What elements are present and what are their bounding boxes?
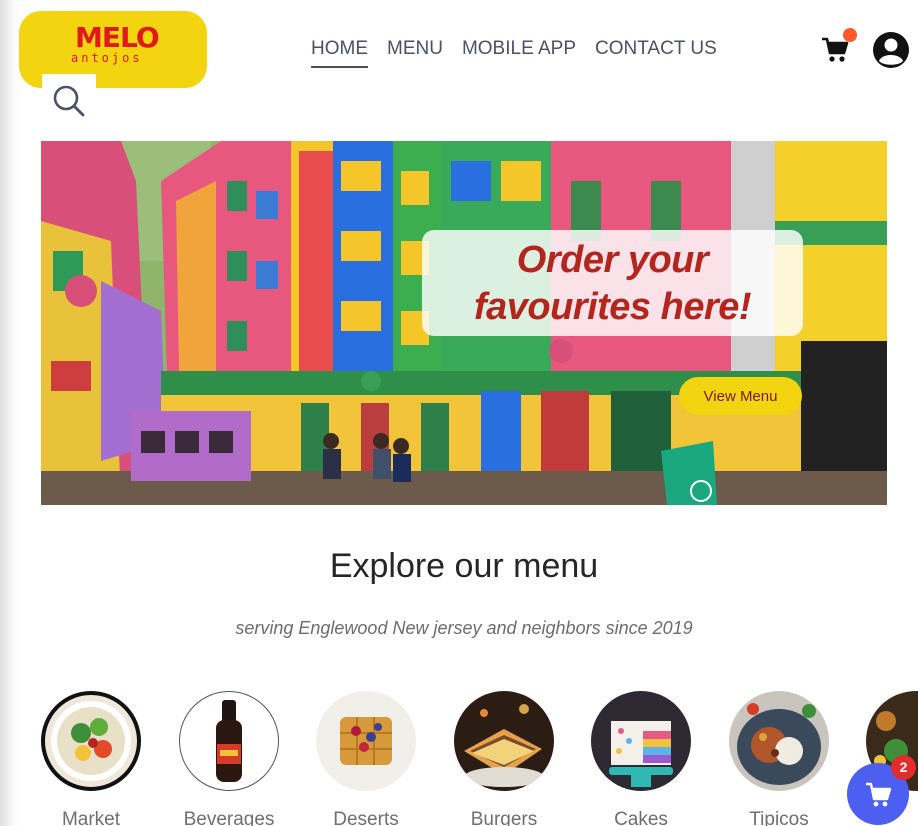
hero-title-line-1: Order your [516, 239, 709, 281]
category-deserts[interactable]: Deserts [316, 691, 416, 826]
category-beverages[interactable]: Beverages [179, 691, 279, 826]
category-burgers-image [454, 691, 554, 791]
category-cakes-label: Cakes [614, 809, 668, 826]
page: MELO antojos HOME MENU MOBILE APP CONTAC… [0, 0, 918, 826]
hero-title-line-2: favourites here! [473, 286, 752, 328]
search-icon[interactable] [52, 84, 86, 118]
nav-menu[interactable]: MENU [387, 38, 443, 68]
explore-title: Explore our menu [329, 547, 599, 585]
nav-home[interactable]: HOME [311, 38, 368, 68]
category-beverages-image [179, 691, 279, 791]
category-beverages-label: Beverages [183, 809, 275, 826]
category-tipicos-image [729, 691, 829, 791]
category-burgers[interactable]: Burgers [454, 691, 554, 826]
nav-mobile-app[interactable]: MOBILE APP [462, 38, 576, 68]
view-menu-button[interactable]: View Menu [679, 377, 802, 415]
category-deserts-label: Deserts [333, 809, 399, 826]
user-circle-icon[interactable] [872, 31, 910, 69]
category-cakes-image [591, 691, 691, 791]
brand-name: MELO [75, 21, 160, 54]
category-tipicos[interactable]: Tipicos [729, 691, 829, 826]
explore-subtitle: serving Englewood New jersey and neighbo… [235, 618, 693, 638]
cart-notification-dot [843, 28, 857, 42]
category-cakes[interactable]: Cakes [591, 691, 691, 826]
main-nav: HOME MENU MOBILE APP CONTACT US [311, 38, 736, 68]
hero-banner: Order your favourites here! View Menu [41, 141, 887, 505]
brand-tagline: antojos [71, 51, 143, 65]
category-market-label: Market [61, 809, 121, 826]
cart-count-badge: 2 [891, 755, 916, 780]
category-market-image [41, 691, 141, 791]
category-tipicos-label: Tipicos [749, 809, 809, 826]
hero-card: Order your favourites here! [422, 230, 803, 336]
hero-title: Order your favourites here! [422, 237, 803, 331]
nav-contact-us[interactable]: CONTACT US [595, 38, 717, 68]
cart-icon[interactable] [821, 37, 849, 63]
category-deserts-image [316, 691, 416, 791]
page-edge-shadow [0, 0, 20, 826]
category-market[interactable]: Market [41, 691, 141, 826]
category-burgers-label: Burgers [470, 809, 538, 826]
